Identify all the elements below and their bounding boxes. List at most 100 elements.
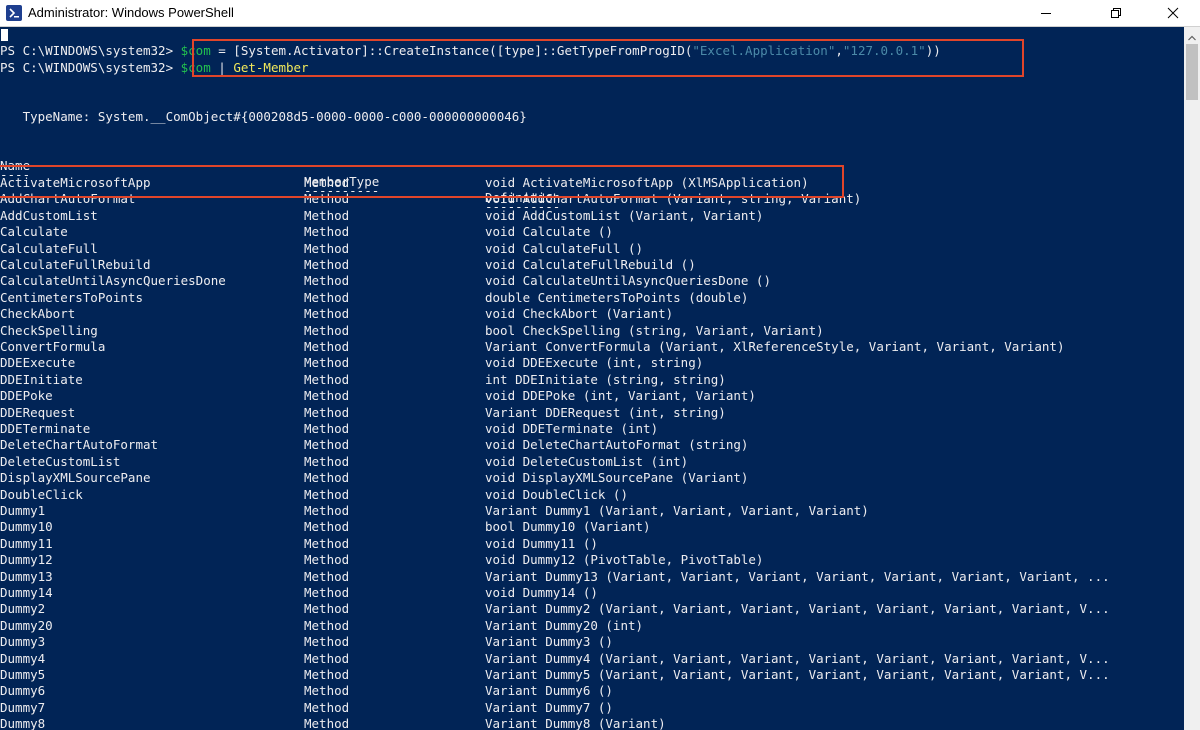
member-name: AddChartAutoFormat — [0, 191, 136, 207]
member-name: Dummy1 — [0, 503, 46, 518]
member-type: Method — [304, 306, 350, 322]
member-name: DDEInitiate — [0, 371, 83, 387]
table-row: ActivateMicrosoftApp Method void ActivateM… — [0, 175, 1184, 191]
member-type: Method — [304, 453, 350, 469]
code-token: = [System.Activator]::CreateInstance([ty… — [210, 43, 693, 58]
member-name: Calculate — [0, 224, 68, 240]
member-definition: Variant Dummy3 () — [485, 634, 613, 650]
table-row: CentimetersToPoints Method double Centimet… — [0, 290, 1184, 306]
table-row: Dummy8 Method Variant Dummy8 (Variant) — [0, 716, 1184, 730]
member-definition: void Calculate () — [485, 224, 613, 240]
close-icon — [1167, 7, 1179, 19]
member-type: Method — [304, 667, 350, 682]
member-name: CalculateFull — [0, 240, 98, 256]
member-type: Method — [304, 503, 350, 518]
vertical-scrollbar[interactable] — [1184, 27, 1200, 730]
window-title: Administrator: Windows PowerShell — [28, 5, 234, 20]
string-token: "Excel.Application" — [692, 43, 836, 58]
table-row: DoubleClick Method void DoubleClick () — [0, 487, 1184, 503]
member-type: Method — [304, 240, 350, 256]
close-button[interactable] — [1150, 0, 1196, 26]
member-definition: void ActivateMicrosoftApp (XlMSApplicati… — [485, 175, 809, 190]
table-row: Dummy12 Method void Dummy12 (PivotTable, P… — [0, 552, 1184, 568]
member-type: Method — [304, 617, 350, 633]
member-type: Method — [304, 470, 350, 486]
member-name: AddCustomList — [0, 207, 98, 223]
member-definition: bool Dummy10 (Variant) — [485, 519, 651, 535]
table-header-underline: ---- ---------- ---------- — [0, 151, 1184, 214]
table-row: DDEPoke Method void DDEPoke (int, Variant,… — [0, 388, 1184, 404]
table-row: Dummy3 Method Variant Dummy3 () — [0, 634, 1184, 650]
member-definition: void DDEPoke (int, Variant, Variant) — [485, 388, 756, 404]
member-name: CheckAbort — [0, 306, 76, 322]
member-type: Method — [304, 421, 350, 436]
table-row: DDEExecute Method void DDEExecute (int, st… — [0, 355, 1184, 371]
scroll-up-button[interactable] — [1184, 27, 1200, 44]
member-definition: void DDEExecute (int, string) — [485, 355, 704, 371]
member-type: Method — [304, 207, 350, 223]
table-row: Dummy13 Method Variant Dummy13 (Variant, V… — [0, 569, 1184, 585]
maximize-icon — [1110, 7, 1122, 19]
scroll-thumb[interactable] — [1186, 44, 1198, 100]
member-name: Dummy3 — [0, 634, 46, 650]
command-line-2: PS C:\WINDOWS\system32> $com | Get-Membe… — [0, 60, 309, 76]
member-type: Method — [304, 716, 350, 730]
member-type: Method — [304, 437, 350, 453]
member-type: Method — [304, 273, 350, 289]
member-definition: void DeleteCustomList (int) — [485, 453, 689, 469]
table-row: AddCustomList Method void AddCustomList (V… — [0, 208, 1184, 224]
console-output[interactable]: PS C:\WINDOWS\system32> $com = [System.A… — [0, 27, 1184, 730]
member-type: Method — [304, 568, 350, 584]
member-name: Dummy2 — [0, 601, 46, 617]
table-row: CalculateFull Method void CalculateFull () — [0, 241, 1184, 257]
title-bar[interactable]: Administrator: Windows PowerShell — [0, 0, 1200, 27]
member-name: Dummy13 — [0, 568, 53, 584]
member-name: Dummy10 — [0, 519, 53, 535]
text-cursor — [1, 29, 8, 41]
table-row: CheckAbort Method void CheckAbort (Variant… — [0, 306, 1184, 322]
member-name: Dummy5 — [0, 667, 46, 682]
member-definition: void Dummy12 (PivotTable, PivotTable) — [485, 552, 764, 568]
chevron-up-icon — [1188, 26, 1196, 45]
member-name: Dummy7 — [0, 699, 46, 715]
maximize-button[interactable] — [1093, 0, 1139, 26]
member-name: DDETerminate — [0, 421, 91, 436]
member-type: Method — [304, 388, 350, 404]
member-name: DeleteCustomList — [0, 453, 121, 469]
member-type: Method — [304, 699, 350, 715]
table-row: CheckSpelling Method bool CheckSpelling (s… — [0, 323, 1184, 339]
table-row: CalculateFullRebuild Method void Calculate… — [0, 257, 1184, 273]
member-name: Dummy11 — [0, 535, 53, 551]
member-name: DDERequest — [0, 404, 76, 420]
member-definition: Variant Dummy5 (Variant, Variant, Varian… — [485, 667, 1110, 682]
member-type: Method — [304, 322, 350, 338]
member-type: Method — [304, 552, 350, 568]
table-row: DeleteChartAutoFormat Method void DeleteCh… — [0, 437, 1184, 453]
member-definition: void Dummy11 () — [485, 535, 598, 551]
code-token: | — [210, 60, 234, 75]
member-name: DDEExecute — [0, 355, 76, 371]
table-row: DDETerminate Method void DDETerminate (int… — [0, 421, 1184, 437]
member-name: DisplayXMLSourcePane — [0, 470, 151, 486]
member-name: Dummy6 — [0, 683, 46, 699]
table-row: Dummy10 Method bool Dummy10 (Variant) — [0, 519, 1184, 535]
member-definition: Variant Dummy1 (Variant, Variant, Varian… — [485, 503, 869, 518]
code-token: , — [835, 43, 843, 58]
table-row: CalculateUntilAsyncQueriesDone Method void… — [0, 273, 1184, 289]
table-row: DeleteCustomList Method void DeleteCustomL… — [0, 454, 1184, 470]
member-definition: Variant ConvertFormula (Variant, XlRefer… — [485, 339, 1065, 354]
member-definition: void AddCustomList (Variant, Variant) — [485, 207, 764, 223]
table-row: DisplayXMLSourcePane Method void DisplayXM… — [0, 470, 1184, 486]
member-type: Method — [304, 601, 350, 617]
member-definition: bool CheckSpelling (string, Variant, Var… — [485, 322, 824, 338]
variable-token: $com — [180, 43, 211, 58]
table-row: Dummy7 Method Variant Dummy7 () — [0, 700, 1184, 716]
member-type: Method — [304, 585, 350, 600]
table-row: Dummy14 Method void Dummy14 () — [0, 585, 1184, 601]
member-type: Method — [304, 650, 350, 666]
member-definition: int DDEInitiate (string, string) — [485, 371, 726, 387]
member-name: DoubleClick — [0, 486, 83, 502]
member-definition: void DeleteChartAutoFormat (string) — [485, 437, 749, 453]
minimize-button[interactable] — [1023, 0, 1069, 26]
table-row: Dummy11 Method void Dummy11 () — [0, 536, 1184, 552]
